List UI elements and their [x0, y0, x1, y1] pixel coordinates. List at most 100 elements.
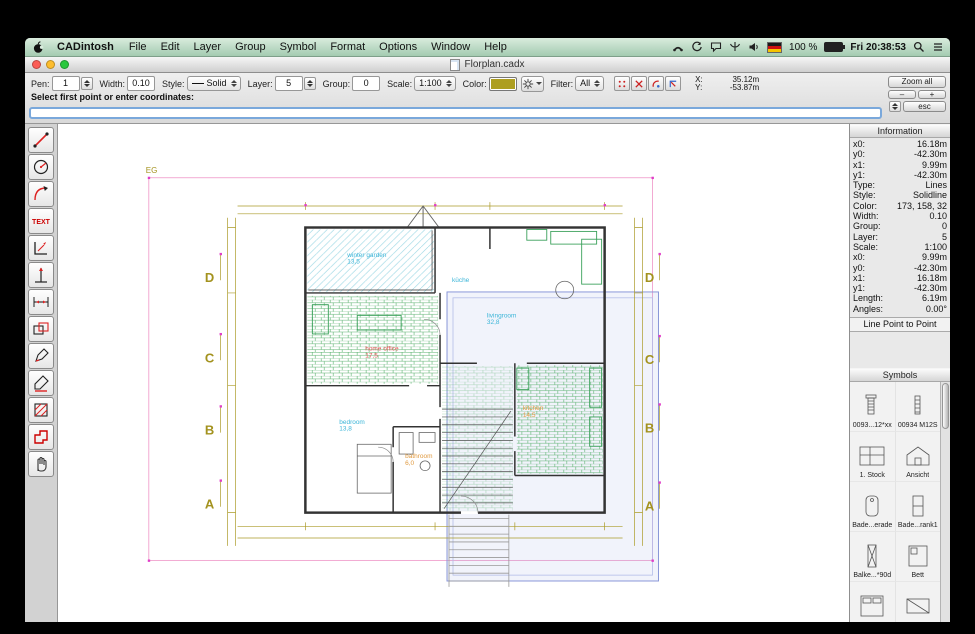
sync-icon[interactable] — [691, 41, 703, 53]
info-row: x1: 9.99m — [850, 160, 950, 170]
layer-value[interactable]: 5 — [275, 76, 303, 91]
zoom-button[interactable] — [60, 60, 69, 69]
symbol-item[interactable]: Carport D... — [896, 582, 942, 622]
symbol-item[interactable]: 0093...12*xx — [850, 382, 896, 432]
drawing-canvas[interactable]: EG D C B A — [58, 124, 849, 622]
dimension-vertical-tool[interactable] — [28, 262, 54, 288]
corner-snap-button[interactable] — [665, 76, 681, 91]
menu-clock[interactable]: Fri 20:38:53 — [850, 42, 906, 53]
symbol-item[interactable]: Bade...rank1 — [896, 482, 942, 532]
pen-value[interactable]: 1 — [52, 76, 80, 91]
symbol-item[interactable]: Bett 1.5...2 — [850, 582, 896, 622]
airport-icon[interactable] — [729, 41, 741, 53]
pen-stepper[interactable] — [81, 77, 93, 90]
menu-item[interactable]: Help — [477, 41, 514, 53]
tool-palette: TEXT — [25, 124, 58, 622]
app-menu-title[interactable]: CADintosh — [49, 41, 122, 53]
info-row-label: x1: — [853, 160, 865, 170]
line-tool[interactable] — [28, 127, 54, 153]
svg-text:B: B — [645, 421, 654, 436]
dimension-vertical-icon — [31, 265, 51, 285]
svg-text:C: C — [205, 350, 214, 365]
filter-dropdown[interactable]: All — [575, 76, 604, 91]
toolbar: Pen: 1 Width: 0.10 Style: Solid Layer: 5… — [25, 73, 950, 124]
notification-center-icon[interactable] — [932, 41, 944, 53]
symbol-item[interactable]: Bett — [896, 532, 942, 582]
menu-item[interactable]: Edit — [154, 41, 187, 53]
arc-tool[interactable] — [28, 181, 54, 207]
esc-stepper[interactable] — [889, 101, 901, 112]
symbol-item[interactable]: Balke...*90d — [850, 532, 896, 582]
circle-tool[interactable] — [28, 154, 54, 180]
menu-item[interactable]: Symbol — [273, 41, 324, 53]
chat-icon[interactable] — [710, 41, 722, 53]
scrollbar-thumb[interactable] — [942, 383, 949, 429]
info-row-label: Color: — [853, 201, 877, 211]
symbol-item[interactable]: Ansicht — [896, 432, 942, 482]
dimension-corner-tool[interactable] — [28, 235, 54, 261]
battery-icon[interactable] — [824, 42, 843, 52]
group-value[interactable]: 0 — [352, 76, 380, 91]
info-row-value: 16.18m — [917, 139, 947, 149]
width-value[interactable]: 0.10 — [127, 76, 155, 91]
info-row-value: 0 — [942, 221, 947, 231]
title-bar[interactable]: Florplan.cadx — [25, 57, 950, 73]
info-row-value: -42.30m — [914, 263, 947, 273]
text-tool[interactable]: TEXT — [28, 208, 54, 234]
information-rows: x0: 16.18m y0: -42.30m x1: 9.99m y1: -42… — [850, 138, 950, 315]
symbol-thumb-bathtub — [855, 491, 889, 521]
zoom-out-button[interactable]: – — [888, 90, 916, 99]
duplicate-tool[interactable] — [28, 316, 54, 342]
menu-item[interactable]: File — [122, 41, 154, 53]
scale-dropdown[interactable]: 1:100 — [414, 76, 456, 91]
symbol-thumb-double-bed — [855, 591, 889, 621]
info-row-value: -42.30m — [914, 283, 947, 293]
info-row-label: y1: — [853, 283, 865, 293]
minimize-button[interactable] — [46, 60, 55, 69]
floorplan-drawing: EG D C B A — [58, 124, 849, 622]
symbols-scrollbar[interactable] — [940, 382, 950, 622]
svg-text:D: D — [645, 270, 654, 285]
symbol-item[interactable]: 1. Stock — [850, 432, 896, 482]
delete-pen-icon — [31, 373, 51, 393]
color-well[interactable] — [489, 77, 517, 91]
menu-item[interactable]: Window — [424, 41, 477, 53]
pan-tool[interactable] — [28, 451, 54, 477]
info-row: Width: 0.10 — [850, 211, 950, 221]
layer-stepper[interactable] — [304, 77, 316, 90]
symbol-item[interactable]: Bade...erade — [850, 482, 896, 532]
svg-text:küche: küche — [452, 277, 470, 284]
delete-element-button[interactable] — [631, 76, 647, 91]
settings-button[interactable] — [521, 76, 544, 92]
volume-icon[interactable] — [748, 41, 760, 53]
snap-grid-button[interactable] — [614, 76, 630, 91]
menu-item[interactable]: Options — [372, 41, 424, 53]
menu-item[interactable]: Format — [323, 41, 372, 53]
info-row-value: 173, 158, 32 — [897, 201, 947, 211]
dimension-linear-tool[interactable] — [28, 289, 54, 315]
menu-item[interactable]: Group — [228, 41, 273, 53]
zoom-in-button[interactable]: + — [918, 90, 946, 99]
modify-pen-tool[interactable] — [28, 343, 54, 369]
symbol-item[interactable]: 00934 M12S — [896, 382, 942, 432]
phone-icon[interactable] — [672, 41, 684, 53]
zoom-all-button[interactable]: Zoom all — [888, 76, 946, 88]
modify-pen-icon — [31, 346, 51, 366]
keyboard-flag-icon[interactable] — [767, 42, 782, 53]
menu-item[interactable]: Layer — [187, 41, 229, 53]
close-button[interactable] — [32, 60, 41, 69]
apple-icon[interactable] — [33, 41, 47, 54]
coordinate-input[interactable] — [29, 107, 882, 119]
arc-point-icon — [651, 79, 661, 89]
esc-button[interactable]: esc — [903, 101, 946, 112]
delete-pen-tool[interactable] — [28, 370, 54, 396]
dropdown-arrows-icon — [230, 80, 238, 87]
arc-snap-button[interactable] — [648, 76, 664, 91]
style-dropdown[interactable]: Solid — [187, 76, 241, 91]
spotlight-icon[interactable] — [913, 41, 925, 53]
y-value: -53.87m — [707, 84, 759, 92]
info-row: Color: 173, 158, 32 — [850, 201, 950, 211]
contour-tool[interactable] — [28, 424, 54, 450]
symbol-thumb-cabinet — [901, 491, 935, 521]
hatch-tool[interactable] — [28, 397, 54, 423]
